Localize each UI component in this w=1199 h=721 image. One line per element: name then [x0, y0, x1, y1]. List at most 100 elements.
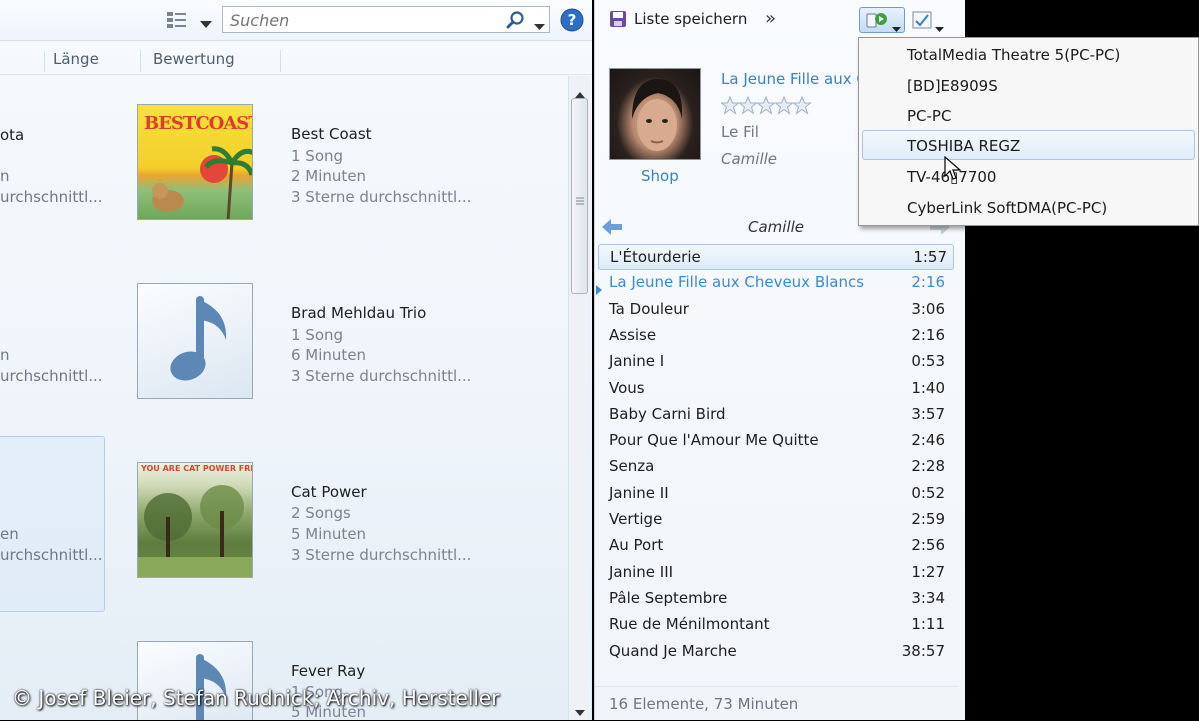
- more-button[interactable]: »: [765, 8, 776, 29]
- album-cover-text: YOU ARE CAT POWER FREE: [141, 464, 253, 473]
- save-list-icon[interactable]: [609, 10, 627, 32]
- album-title[interactable]: Fever Ray: [291, 662, 365, 680]
- save-list-button[interactable]: Liste speichern: [634, 10, 747, 28]
- song-row[interactable]: Assise 2:16: [595, 323, 951, 349]
- now-playing-artist[interactable]: Camille: [721, 150, 777, 168]
- song-row[interactable]: Rue de Ménilmontant 1:11: [595, 612, 951, 638]
- song-row[interactable]: Quand Je Marche 38:57: [595, 639, 951, 665]
- library-toolbar: ?: [0, 0, 592, 41]
- partial-text: urchschnittl...: [0, 188, 103, 206]
- menu-item-device[interactable]: PC-PC: [907, 107, 951, 125]
- album-title[interactable]: Cat Power: [291, 483, 367, 501]
- playlist-footer: 16 Elemente, 73 Minuten: [595, 686, 959, 721]
- song-row[interactable]: L'Étourderie 1:57: [598, 244, 954, 270]
- song-duration: 2:56: [911, 536, 945, 555]
- song-row[interactable]: Pour Que l'Amour Me Quitte 2:46: [595, 428, 951, 454]
- song-duration: 2:59: [911, 510, 945, 528]
- svg-text:?: ?: [568, 11, 577, 29]
- album-song-count: 1 Song: [291, 326, 344, 344]
- album-duration: 6 Minuten: [291, 346, 367, 364]
- search-icon[interactable]: [506, 10, 526, 34]
- song-row[interactable]: Ta Douleur 3:06: [595, 297, 951, 323]
- song-row[interactable]: Pâle Septembre 3:34: [595, 586, 951, 612]
- partial-text: en: [0, 525, 19, 543]
- album-title[interactable]: Best Coast: [291, 125, 372, 143]
- search-box[interactable]: [222, 6, 550, 33]
- menu-item-device[interactable]: CyberLink SoftDMA(PC-PC): [907, 199, 1107, 217]
- song-row[interactable]: Janine I 0:53: [595, 349, 951, 375]
- song-list: L'Étourderie 1:57 La Jeune Fille aux Cheve…: [595, 244, 959, 674]
- album-cover-text: BESTCOAST: [144, 113, 253, 134]
- album-cover-placeholder[interactable]: [137, 283, 253, 399]
- song-duration: 0:53: [911, 352, 945, 371]
- song-duration: 2:46: [911, 431, 945, 450]
- song-row[interactable]: Vertige 2:59: [595, 507, 951, 533]
- song-name: Senza: [609, 457, 655, 476]
- song-row[interactable]: Janine II 0:52: [595, 481, 951, 507]
- menu-item-device[interactable]: [BD]E8909S: [907, 77, 998, 95]
- album-cover-best-coast[interactable]: BESTCOAST: [137, 104, 253, 220]
- song-row[interactable]: La Jeune Fille aux Cheveux Blancs 2:16: [595, 270, 951, 296]
- song-duration: 3:57: [911, 404, 945, 423]
- music-note-icon: [170, 296, 227, 381]
- album-song-count: 2 Songs: [291, 504, 351, 522]
- chevron-down-icon: [892, 18, 901, 37]
- album-cover-art: [152, 146, 252, 219]
- play-to-icon: [866, 11, 888, 33]
- play-to-button[interactable]: [859, 7, 905, 33]
- menu-item-device[interactable]: TOSHIBA REGZ: [907, 137, 1020, 155]
- album-cover-art: [138, 485, 252, 577]
- scroll-down-icon[interactable]: [575, 702, 585, 720]
- column-separator: [140, 50, 141, 72]
- shop-link[interactable]: Shop: [641, 167, 679, 185]
- album-rating: 3 Sterne durchschnittl...: [291, 367, 472, 385]
- song-duration: 2:28: [911, 457, 945, 476]
- song-duration: 1:57: [913, 248, 947, 266]
- now-playing-title[interactable]: La Jeune Fille aux C: [721, 70, 867, 88]
- song-row[interactable]: Janine III 1:27: [595, 560, 951, 586]
- search-dropdown-icon[interactable]: [534, 16, 545, 35]
- view-options-icon[interactable]: [166, 10, 188, 30]
- song-name: Vertige: [609, 510, 663, 528]
- song-name: Quand Je Marche: [609, 641, 737, 660]
- scroll-thumb[interactable]: [571, 98, 588, 294]
- back-arrow-icon[interactable]: [601, 218, 623, 240]
- column-length[interactable]: Länge: [53, 50, 99, 68]
- library-pane: ? Länge Bewertung ota n urchschnittl... …: [0, 0, 592, 720]
- album-cover-cat-power[interactable]: YOU ARE CAT POWER FREE: [137, 462, 253, 578]
- song-row[interactable]: Au Port 2:56: [595, 533, 951, 559]
- album-title[interactable]: Brad Mehldau Trio: [291, 304, 426, 322]
- copyright-watermark: © Josef Bleier, Stefan Rudnick; Archiv, …: [12, 686, 500, 710]
- song-name: Vous: [609, 378, 645, 397]
- album-song-count: 1 Song: [291, 147, 344, 165]
- song-duration: 38:57: [901, 641, 945, 660]
- song-row[interactable]: Baby Carni Bird 3:57: [595, 402, 951, 428]
- scroll-grip-icon: [576, 191, 584, 210]
- view-options-dropdown-icon[interactable]: [200, 14, 212, 33]
- song-duration: 2:16: [911, 325, 945, 344]
- playlist-nav-title: Camille: [748, 218, 805, 236]
- library-scrollbar[interactable]: [568, 76, 591, 720]
- now-playing-album[interactable]: Le Fil: [721, 123, 759, 141]
- song-row[interactable]: Senza 2:28: [595, 454, 951, 480]
- selected-item-highlight[interactable]: [0, 436, 105, 612]
- rating-stars[interactable]: [720, 95, 813, 120]
- play-to-device-menu: TotalMedia Theatre 5(PC-PC) [BD]E8909S P…: [858, 37, 1199, 226]
- song-name: Pâle Septembre: [609, 588, 728, 607]
- playlist-summary: 16 Elemente, 73 Minuten: [609, 695, 799, 713]
- album-duration: 5 Minuten: [291, 525, 367, 543]
- menu-item-device[interactable]: TotalMedia Theatre 5(PC-PC): [907, 46, 1120, 64]
- help-icon[interactable]: ?: [560, 8, 584, 36]
- partial-text: urchschnittl...: [0, 546, 103, 564]
- column-rating[interactable]: Bewertung: [153, 50, 235, 68]
- song-name: Janine III: [609, 562, 674, 581]
- partial-text: ota: [0, 126, 25, 144]
- now-playing-art[interactable]: [609, 68, 701, 160]
- column-separator: [280, 50, 281, 72]
- search-input[interactable]: [228, 10, 502, 31]
- song-row[interactable]: Vous 1:40: [595, 376, 951, 402]
- list-options-button[interactable]: [910, 9, 948, 32]
- column-header: Länge Bewertung: [0, 44, 592, 75]
- song-duration: 3:34: [911, 588, 945, 607]
- song-duration: 3:06: [911, 299, 945, 318]
